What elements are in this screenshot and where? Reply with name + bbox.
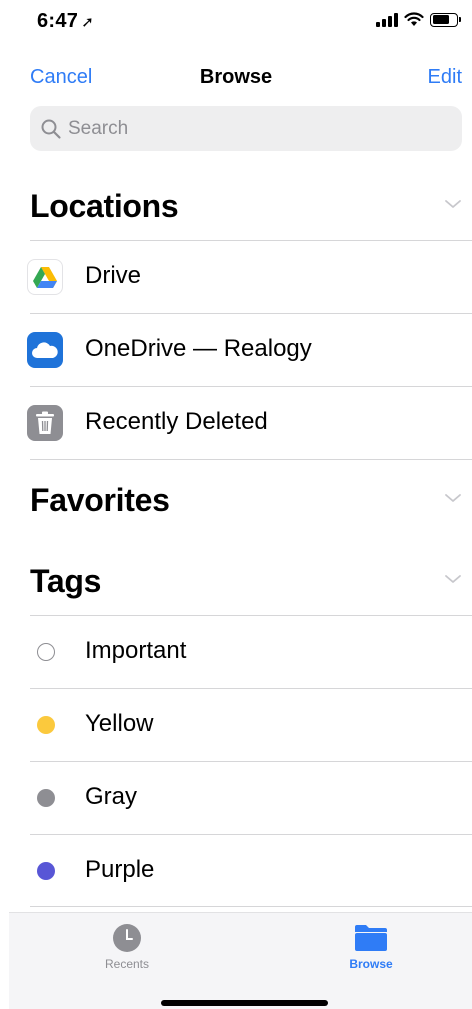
location-label: Drive (85, 262, 142, 289)
google-drive-icon (27, 259, 63, 295)
tab-recents-label: Recents (104, 957, 150, 971)
favorites-section-header[interactable]: Favorites (30, 474, 472, 530)
search-bar[interactable] (30, 106, 462, 151)
separator (30, 906, 472, 907)
tag-color-dot (37, 862, 55, 880)
separator (30, 313, 472, 314)
separator (30, 688, 472, 689)
location-row-onedrive[interactable]: OneDrive — Realogy (0, 313, 472, 386)
favorites-title: Favorites (30, 482, 170, 518)
status-indicators (376, 12, 461, 27)
onedrive-icon (27, 332, 63, 368)
tab-bar: Recents Browse (9, 912, 472, 1009)
status-time: 6:47 ➚ (37, 10, 94, 33)
location-row-recently-deleted[interactable]: Recently Deleted (0, 386, 472, 459)
chevron-down-icon[interactable] (444, 198, 462, 210)
location-label: Recently Deleted (85, 408, 268, 435)
tag-label: Purple (85, 856, 155, 883)
status-bar: 6:47 ➚ (0, 0, 472, 44)
separator (30, 459, 472, 460)
location-label: OneDrive — Realogy (85, 335, 312, 362)
tag-row-purple[interactable]: Purple (0, 834, 472, 907)
clock-icon (113, 924, 141, 952)
chevron-down-icon[interactable] (444, 492, 462, 504)
list-end-divider (0, 906, 472, 907)
locations-title: Locations (30, 188, 179, 224)
tag-color-dot (37, 716, 55, 734)
separator (30, 615, 472, 616)
separator (30, 386, 472, 387)
home-indicator[interactable] (161, 1000, 328, 1006)
tag-color-dot (37, 789, 55, 807)
tags-title: Tags (30, 563, 102, 599)
location-row-drive[interactable]: Drive (0, 240, 472, 313)
folder-icon (355, 925, 387, 951)
tag-row-yellow[interactable]: Yellow (0, 688, 472, 761)
separator (30, 761, 472, 762)
tab-recents[interactable]: Recents (67, 923, 187, 971)
tags-section-header[interactable]: Tags (30, 555, 472, 611)
tag-label: Important (85, 637, 187, 664)
tab-browse[interactable]: Browse (311, 923, 431, 971)
locations-section-header[interactable]: Locations (30, 180, 472, 236)
edit-button[interactable]: Edit (428, 66, 462, 89)
search-input[interactable] (68, 117, 448, 140)
tab-browse-label: Browse (349, 957, 393, 971)
navigation-bar: Cancel Browse Edit (0, 58, 472, 98)
wifi-icon (404, 12, 424, 26)
tag-label: Gray (85, 783, 138, 810)
cellular-signal-icon (376, 12, 398, 27)
trash-icon (27, 405, 63, 441)
separator (30, 240, 472, 241)
tag-color-dot (37, 643, 55, 661)
clock-text: 6:47 (37, 10, 79, 32)
tag-row-important[interactable]: Important (0, 615, 472, 688)
search-icon (41, 119, 61, 139)
location-arrow-icon: ➚ (81, 14, 95, 31)
section-divider (0, 459, 472, 460)
tag-label: Yellow (85, 710, 154, 737)
tag-row-gray[interactable]: Gray (0, 761, 472, 834)
battery-icon (430, 12, 461, 27)
chevron-down-icon[interactable] (444, 573, 462, 585)
separator (30, 834, 472, 835)
page-title: Browse (199, 66, 273, 88)
